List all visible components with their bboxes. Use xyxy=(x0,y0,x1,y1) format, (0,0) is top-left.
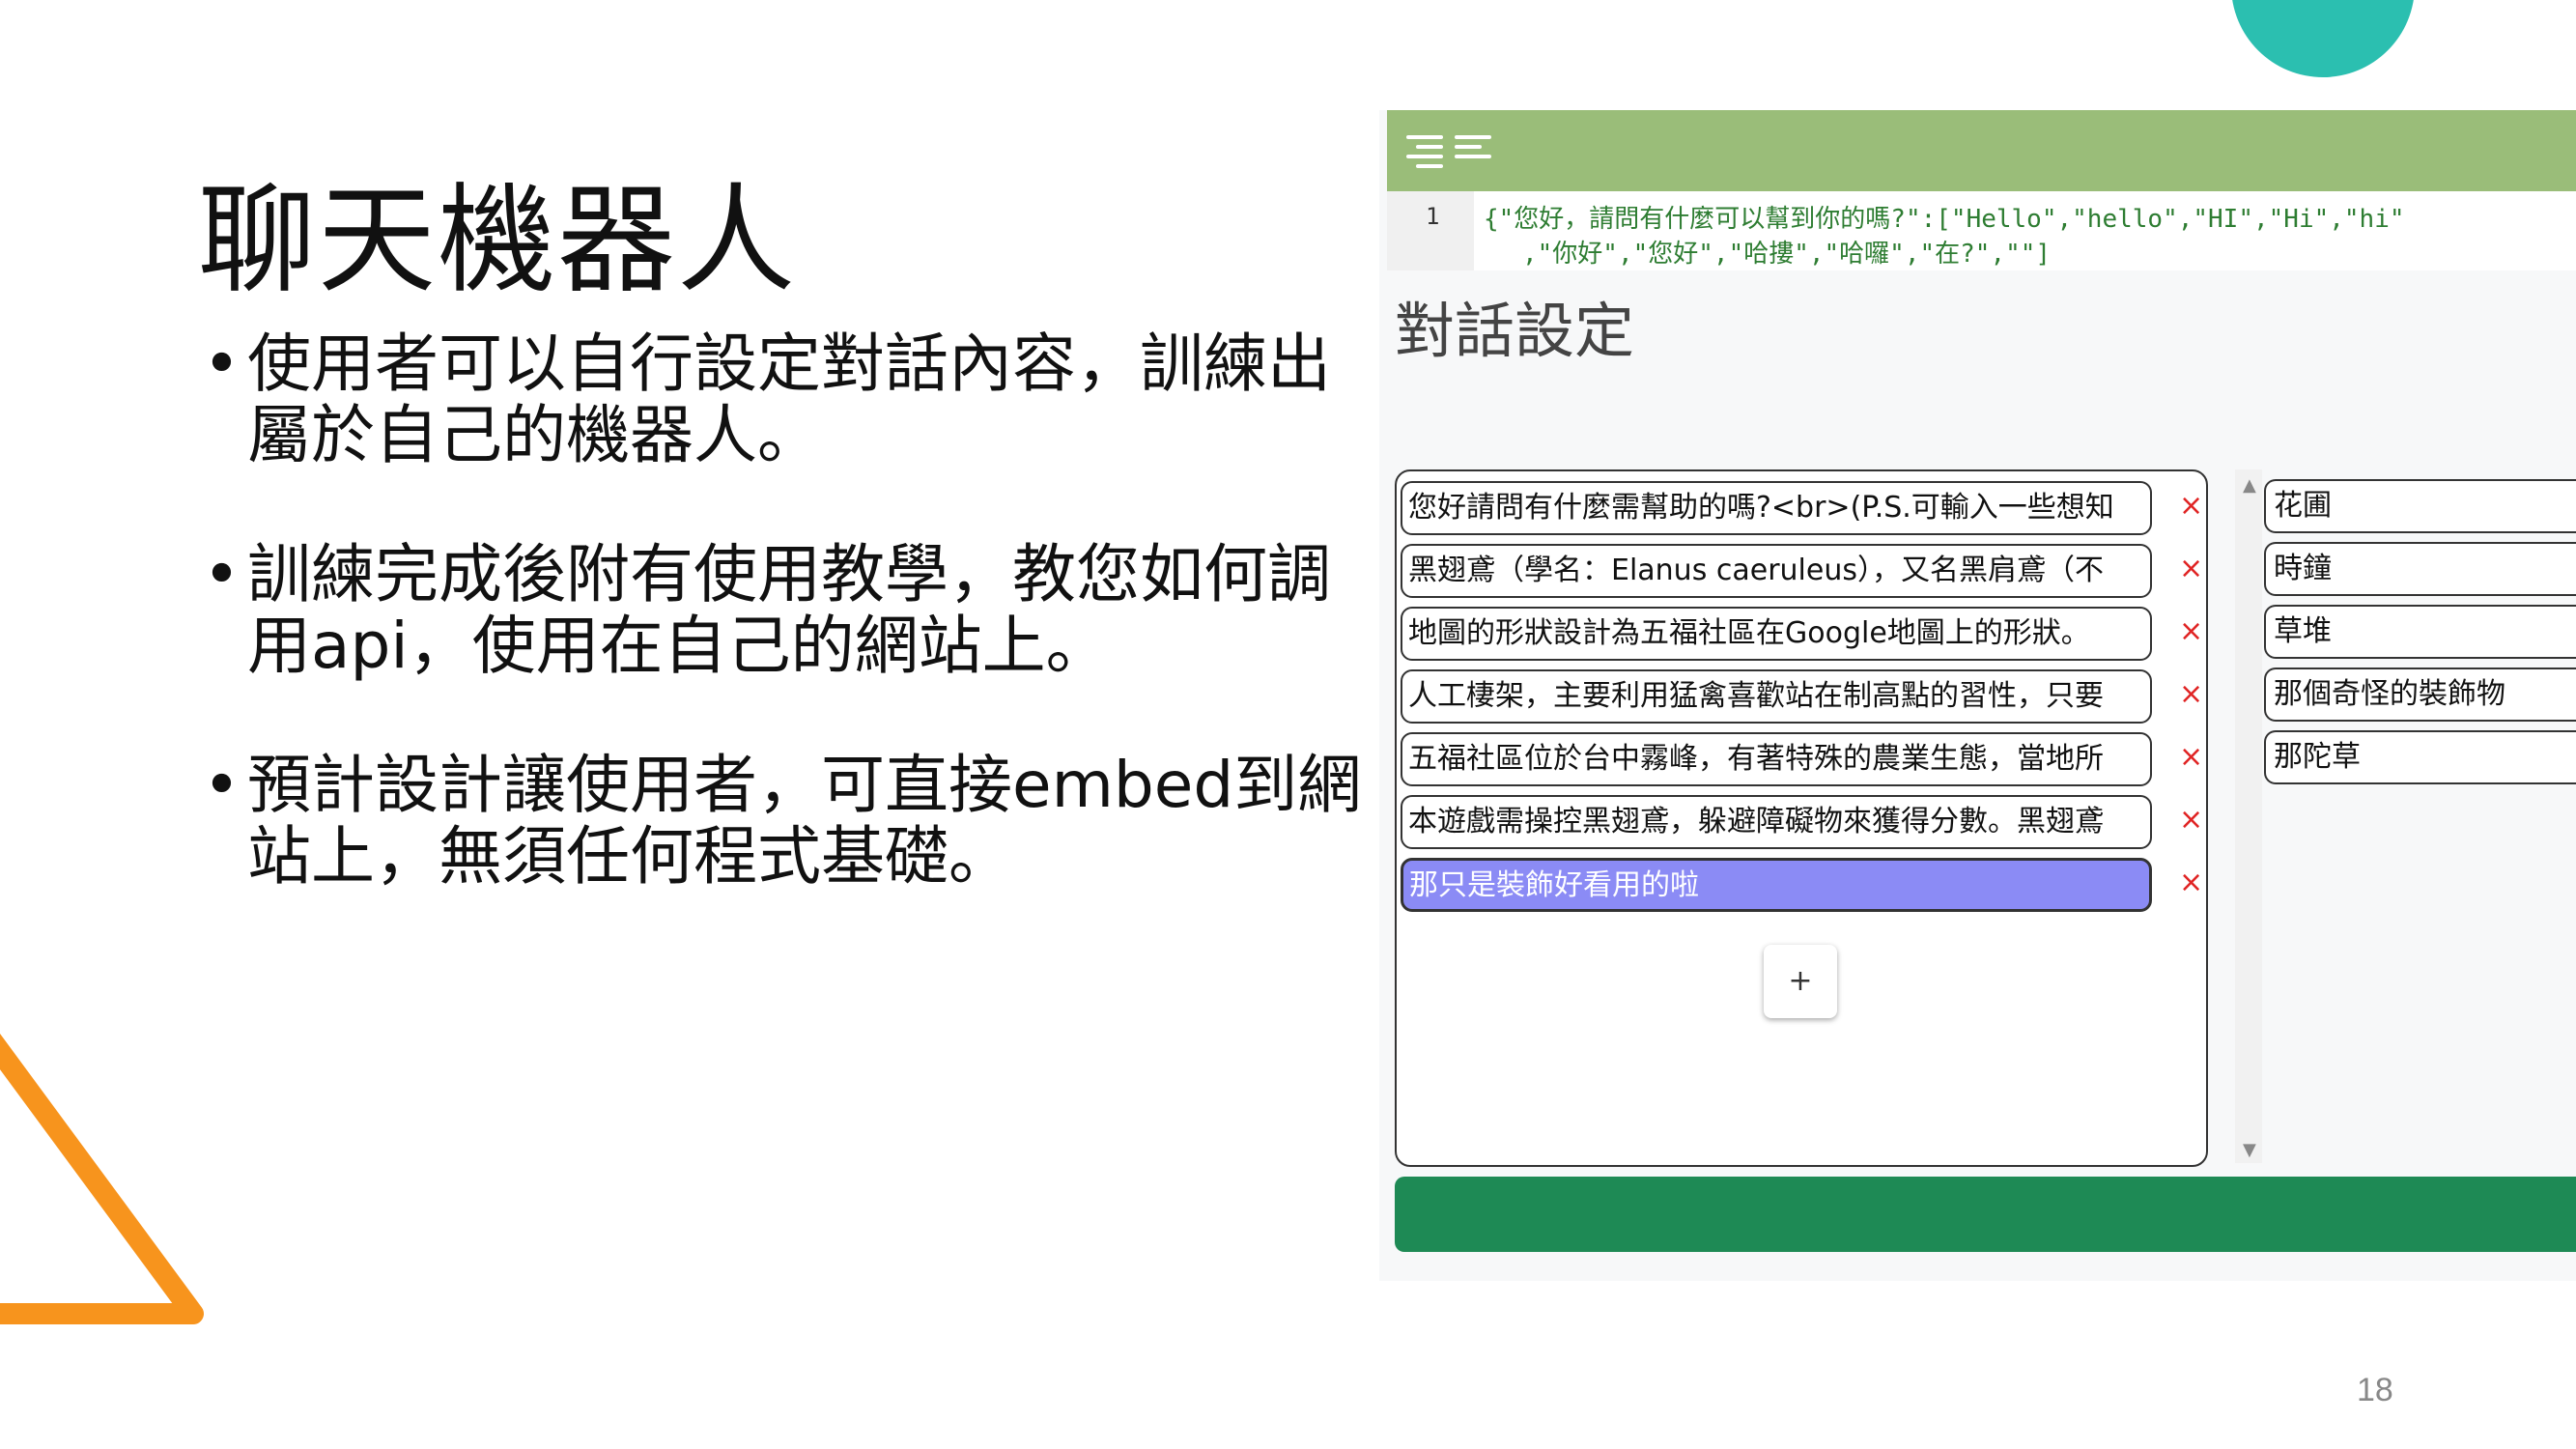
keyword-item[interactable]: 草堆 xyxy=(2264,605,2576,659)
chatbot-settings-screenshot: 1 {"您好，請問有什麼可以幫到你的嗎?":["Hello","hello","… xyxy=(1379,110,2576,1281)
bullet-item: 預計設計讓使用者，可直接embed到網站上，無須任何程式基礎。 xyxy=(203,750,1376,893)
dialog-settings-title: 對話設定 xyxy=(1395,296,1635,366)
delete-icon[interactable]: × xyxy=(2179,479,2203,533)
keyword-list: 花圃 時鐘 草堆 那個奇怪的裝飾物 那陀草 xyxy=(2264,469,2576,788)
delete-icon[interactable]: × xyxy=(2179,730,2203,784)
delete-icon[interactable]: × xyxy=(2179,793,2203,847)
slide-text-region: 聊天機器人 使用者可以自行設定對話內容，訓練出屬於自己的機器人。 訓練完成後附有… xyxy=(0,0,1376,966)
code-line: {"您好，請問有什麼可以幫到你的嗎?":["Hello","hello","HI… xyxy=(1484,205,2405,234)
keyword-item[interactable]: 花圃 xyxy=(2264,479,2576,533)
code-editor[interactable]: 1 {"您好，請問有什麼可以幫到你的嗎?":["Hello","hello","… xyxy=(1387,191,2576,270)
editor-gutter: 1 xyxy=(1387,191,1474,270)
delete-icon[interactable]: × xyxy=(2179,856,2203,910)
slide-title: 聊天機器人 xyxy=(198,172,797,309)
orange-triangle-decoration xyxy=(0,1034,204,1324)
bullet-item: 訓練完成後附有使用教學，教您如何調用api，使用在自己的網站上。 xyxy=(203,539,1376,682)
dialog-settings-panel: 您好請問有什麼需幫助的嗎?<br>(P.S.可輸入一些想知 黑翅鳶（學名：Ela… xyxy=(1395,469,2576,1167)
bullet-list: 使用者可以自行設定對話內容，訓練出屬於自己的機器人。 訓練完成後附有使用教學，教… xyxy=(203,328,1376,960)
align-right-icon[interactable] xyxy=(1402,128,1447,172)
message-item[interactable]: 本遊戲需操控黑翅鳶，躲避障礙物來獲得分數。黑翅鳶 xyxy=(1401,795,2152,849)
scroll-down-icon[interactable]: ▼ xyxy=(2243,1140,2256,1160)
keyword-item[interactable]: 時鐘 xyxy=(2264,542,2576,596)
teal-circle-decoration xyxy=(2231,0,2415,77)
code-line: ,"你好","您好","哈摟","哈囉","在?",""] xyxy=(1522,240,2052,269)
message-item[interactable]: 黑翅鳶（學名：Elanus caeruleus），又名黑肩鳶（不 xyxy=(1401,544,2152,598)
align-left-icon[interactable] xyxy=(1451,128,1495,172)
scrollbar[interactable] xyxy=(2235,469,2262,1163)
message-item-selected[interactable]: 那只是裝飾好看用的啦 xyxy=(1401,858,2152,912)
bullet-item: 使用者可以自行設定對話內容，訓練出屬於自己的機器人。 xyxy=(203,328,1376,471)
delete-icon[interactable]: × xyxy=(2179,605,2203,659)
message-item[interactable]: 人工棲架，主要利用猛禽喜歡站在制高點的習性，只要 xyxy=(1401,669,2152,724)
delete-icon[interactable]: × xyxy=(2179,542,2203,596)
message-item[interactable]: 地圖的形狀設計為五福社區在Google地圖上的形狀。 xyxy=(1401,607,2152,661)
message-item[interactable]: 五福社區位於台中霧峰，有著特殊的農業生態，當地所 xyxy=(1401,732,2152,786)
delete-icon[interactable]: × xyxy=(2179,668,2203,722)
save-bar[interactable] xyxy=(1395,1177,2576,1252)
message-item[interactable]: 您好請問有什麼需幫助的嗎?<br>(P.S.可輸入一些想知 xyxy=(1401,481,2152,535)
add-message-button[interactable]: + xyxy=(1764,945,1837,1018)
line-number: 1 xyxy=(1426,203,1440,230)
editor-toolbar xyxy=(1387,110,2576,191)
page-number: 18 xyxy=(2357,1372,2393,1408)
keyword-item[interactable]: 那個奇怪的裝飾物 xyxy=(2264,668,2576,722)
scroll-up-icon[interactable]: ▲ xyxy=(2243,475,2256,496)
message-list: 您好請問有什麼需幫助的嗎?<br>(P.S.可輸入一些想知 黑翅鳶（學名：Ela… xyxy=(1395,469,2208,1167)
keyword-item[interactable]: 那陀草 xyxy=(2264,730,2576,784)
